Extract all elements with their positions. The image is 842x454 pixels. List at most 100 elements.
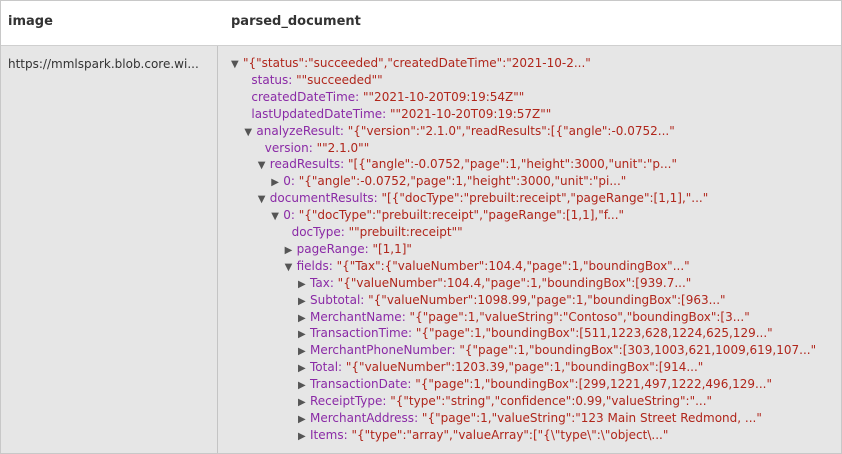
json-key-separator: : — [414, 410, 422, 425]
json-tree-node: version: ""2.1.0"" — [265, 140, 369, 157]
collapse-arrow-icon[interactable]: ▶ — [285, 243, 297, 259]
json-key: MerchantAddress — [310, 410, 415, 425]
json-key: readResults — [269, 157, 341, 172]
json-key: docType — [291, 225, 341, 239]
json-value: ""succeeded"" — [296, 72, 383, 87]
json-key-separator: : — [360, 292, 369, 307]
json-key: documentResults — [269, 191, 374, 206]
json-key: MerchantName — [310, 309, 402, 324]
json-tree-node[interactable]: ▶ Subtotal: "{"valueNumber":1098.99,"page… — [298, 292, 726, 309]
json-key: 0 — [283, 208, 291, 223]
json-value: "{"type":"array","valueArray":["{\"type\… — [351, 427, 669, 442]
json-value: "{"type":"string","confidence":0.99,"val… — [390, 394, 713, 408]
json-value: "{"valueNumber":1098.99,"page":1,"boundi… — [368, 292, 726, 307]
json-value: ""2021-10-20T09:19:54Z"" — [363, 89, 525, 104]
collapse-arrow-icon[interactable]: ▶ — [298, 361, 310, 377]
json-tree-node[interactable]: ▶ MerchantPhoneNumber: "{"page":1,"boundi… — [298, 342, 816, 359]
column-header-image[interactable]: image — [8, 14, 53, 29]
collapse-arrow-icon[interactable]: ▶ — [271, 175, 283, 191]
json-tree-node[interactable]: ▶ MerchantName: "{"page":1,"valueString":… — [298, 309, 750, 326]
json-key: TransactionTime — [310, 326, 409, 341]
json-value: "[{"angle":-0.0752,"page":1,"height":300… — [348, 157, 677, 172]
json-key: Items — [310, 427, 344, 442]
json-key: MerchantPhoneNumber — [310, 343, 452, 358]
json-key: ReceiptType — [310, 394, 383, 408]
expand-arrow-icon[interactable]: ▼ — [258, 158, 270, 174]
json-key: TransactionDate — [310, 377, 408, 392]
table-header: image parsed_document — [1, 1, 841, 46]
expand-arrow-icon[interactable]: ▼ — [285, 260, 297, 276]
collapse-arrow-icon[interactable]: ▶ — [298, 327, 310, 343]
json-key-separator: : — [408, 326, 416, 341]
json-tree-node: status: ""succeeded"" — [251, 72, 382, 89]
collapse-arrow-icon[interactable]: ▶ — [298, 395, 310, 411]
json-key-separator: : — [308, 140, 317, 155]
json-tree-node[interactable]: ▶ pageRange: "[1,1]" — [285, 241, 412, 258]
collapse-arrow-icon[interactable]: ▶ — [298, 429, 310, 445]
json-key: pageRange — [296, 241, 365, 256]
json-key: 0 — [283, 174, 291, 189]
json-tree-node[interactable]: ▼ 0: "{"docType":"prebuilt:receipt","page… — [271, 207, 624, 224]
json-key-separator: : — [328, 258, 337, 273]
json-key-separator: : — [340, 157, 349, 172]
json-key-separator: : — [290, 208, 299, 223]
collapse-arrow-icon[interactable]: ▶ — [298, 378, 310, 394]
json-key-separator: : — [288, 72, 297, 87]
collapse-arrow-icon[interactable]: ▶ — [298, 412, 310, 428]
collapse-arrow-icon[interactable]: ▶ — [298, 277, 310, 293]
expand-arrow-icon[interactable]: ▼ — [258, 192, 270, 208]
json-key-separator: : — [355, 89, 364, 104]
json-value: ""prebuilt:receipt"" — [348, 225, 463, 239]
json-value: "{"page":1,"valueString":"Contoso","boun… — [409, 309, 750, 324]
expand-arrow-icon[interactable]: ▼ — [271, 209, 283, 225]
collapse-arrow-icon[interactable]: ▶ — [298, 344, 310, 360]
json-key: status — [251, 72, 289, 87]
json-tree-node[interactable]: ▶ 0: "{"angle":-0.0752,"page":1,"height":… — [271, 173, 626, 190]
image-url-cell: https://mmlspark.blob.core.wi... — [8, 57, 199, 71]
json-tree-node[interactable]: ▶ MerchantAddress: "{"page":1,"valueStrin… — [298, 410, 762, 427]
expand-arrow-icon[interactable]: ▼ — [244, 125, 256, 141]
json-tree-node: createdDateTime: ""2021-10-20T09:19:54Z"… — [251, 89, 524, 106]
json-tree-node[interactable]: ▶ Items: "{"type":"array","valueArray":["… — [298, 427, 668, 444]
json-value: "{"status":"succeeded","createdDateTime"… — [243, 56, 591, 70]
json-tree-node[interactable]: ▼ readResults: "[{"angle":-0.0752,"page":… — [258, 156, 677, 173]
json-key-separator: : — [329, 275, 338, 290]
json-value: "{"docType":"prebuilt:receipt","pageRang… — [298, 208, 625, 223]
json-key-separator: : — [340, 225, 349, 239]
json-tree-node[interactable]: ▶ ReceiptType: "{"type":"string","confide… — [298, 393, 712, 410]
json-value: "{"page":1,"boundingBox":[511,1223,628,1… — [415, 326, 773, 341]
json-value: "{"page":1,"boundingBox":[303,1003,621,1… — [459, 343, 817, 358]
collapse-arrow-icon[interactable]: ▶ — [298, 294, 310, 310]
json-key: Tax — [310, 275, 330, 290]
json-key-separator: : — [338, 360, 346, 375]
json-tree-node[interactable]: ▼ fields: "{"Tax":{"valueNumber":104.4,"p… — [285, 258, 690, 275]
json-tree-node[interactable]: ▶ TransactionDate: "{"page":1,"boundingBo… — [298, 376, 772, 393]
json-value: "{"page":1,"boundingBox":[299,1221,497,1… — [415, 377, 773, 392]
json-key: version — [264, 140, 309, 155]
json-value: "[{"docType":"prebuilt:receipt","pageRan… — [381, 191, 709, 206]
json-tree-node[interactable]: ▶ Tax: "{"valueNumber":104.4,"page":1,"bo… — [298, 275, 691, 292]
collapse-arrow-icon[interactable]: ▶ — [298, 311, 310, 327]
json-key-separator: : — [290, 174, 299, 189]
results-table: image parsed_document https://mmlspark.b… — [0, 0, 842, 454]
json-key: Subtotal — [310, 292, 361, 307]
json-value: "{"version":"2.1.0","readResults":[{"ang… — [347, 123, 675, 138]
json-key-separator: : — [339, 123, 348, 138]
json-key: analyzeResult — [256, 123, 340, 138]
json-tree-node[interactable]: ▼ "{"status":"succeeded","createdDateTime… — [231, 55, 591, 72]
json-key-separator: : — [373, 191, 382, 206]
json-tree-node[interactable]: ▼ analyzeResult: "{"version":"2.1.0","rea… — [244, 123, 674, 140]
column-header-parsed-document[interactable]: parsed_document — [231, 14, 361, 29]
json-key-separator: : — [401, 309, 410, 324]
json-value: ""2.1.0"" — [316, 140, 370, 155]
json-value: "{"valueNumber":1203.39,"page":1,"boundi… — [345, 360, 704, 375]
json-tree-node[interactable]: ▼ documentResults: "[{"docType":"prebuilt… — [258, 190, 708, 207]
json-key: Total — [310, 360, 339, 375]
json-tree-node[interactable]: ▶ Total: "{"valueNumber":1203.39,"page":1… — [298, 359, 703, 376]
json-value: "[1,1]" — [372, 241, 412, 256]
json-tree-node[interactable]: ▶ TransactionTime: "{"page":1,"boundingBo… — [298, 325, 773, 342]
json-tree-node: docType: ""prebuilt:receipt"" — [292, 224, 463, 241]
expand-arrow-icon[interactable]: ▼ — [231, 57, 243, 73]
json-key: lastUpdatedDateTime — [251, 106, 383, 121]
json-value: "{"angle":-0.0752,"page":1,"height":3000… — [298, 174, 627, 189]
